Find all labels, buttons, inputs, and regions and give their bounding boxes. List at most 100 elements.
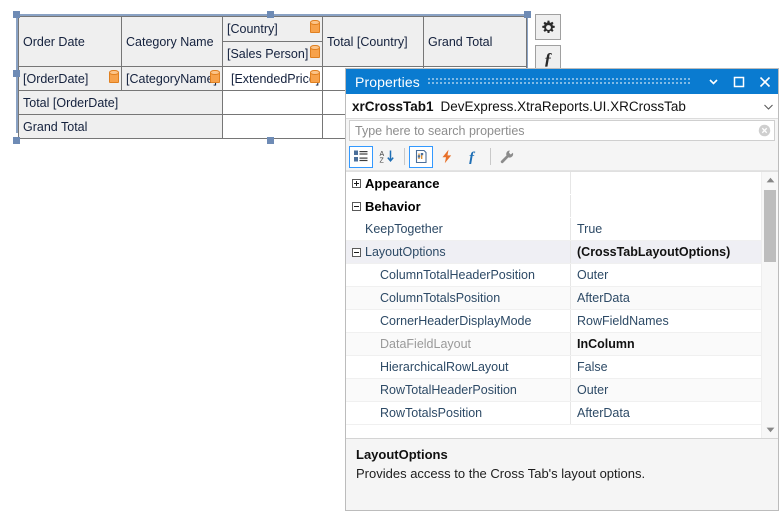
properties-grid-scrollbar[interactable] — [761, 172, 778, 438]
cell-text: Grand Total — [23, 119, 88, 134]
properties-grid[interactable]: Appearance Behavior KeepTogether True Layout… — [346, 171, 778, 438]
crosstab-cell-sales-person-header[interactable]: [Sales Person] — [222, 41, 323, 67]
search-input[interactable]: Type here to search properties — [349, 120, 775, 141]
table-row: Order Date Category Name [Country] Total… — [18, 16, 527, 67]
property-row[interactable]: Behavior — [346, 195, 761, 218]
property-value[interactable]: (CrossTabLayoutOptions) — [571, 245, 761, 259]
property-value[interactable]: Outer — [571, 268, 761, 282]
column-divider[interactable] — [570, 172, 571, 194]
scrollbar-up-button[interactable] — [762, 172, 778, 188]
crosstab-cell-grand-total-row[interactable]: Grand Total — [18, 114, 223, 139]
cell-text: [CategoryName] — [126, 71, 218, 86]
property-name: ColumnTotalHeaderPosition — [380, 268, 535, 282]
crosstab-cell-category-name-header[interactable]: Category Name — [121, 16, 223, 67]
properties-toolbar: A Z f — [346, 143, 778, 171]
properties-button[interactable] — [409, 145, 433, 168]
property-row[interactable]: RowTotalsPosition AfterData — [346, 402, 761, 425]
selected-object-type: DevExpress.XtraReports.UI.XRCrossTab — [440, 98, 686, 114]
crosstab-cell-total-orderdate[interactable]: Total [OrderDate] — [18, 90, 223, 115]
wrench-icon — [500, 150, 514, 164]
titlebar-maximize-button[interactable] — [726, 69, 752, 94]
property-value[interactable]: AfterData — [571, 291, 761, 305]
collapse-icon[interactable] — [348, 201, 365, 211]
selected-object-dropdown-arrow[interactable] — [760, 99, 776, 113]
property-row[interactable]: RowTotalHeaderPosition Outer — [346, 379, 761, 402]
toolbar-separator — [490, 148, 491, 165]
property-name: Appearance — [365, 175, 440, 191]
property-value[interactable]: True — [571, 222, 761, 236]
expressions-button[interactable]: f — [461, 146, 485, 168]
description-text: Provides access to the Cross Tab's layou… — [356, 466, 646, 481]
cell-text: [Country] — [227, 22, 278, 36]
events-button[interactable] — [435, 146, 459, 168]
selection-handle[interactable] — [267, 137, 274, 144]
caret-down-icon — [766, 427, 774, 433]
property-value[interactable]: Outer — [571, 383, 761, 397]
cell-text: Total [Country] — [327, 34, 408, 49]
selected-object-combobox[interactable]: xrCrossTab1 DevExpress.XtraReports.UI.XR… — [346, 94, 778, 119]
data-field-icon — [310, 70, 320, 83]
property-row[interactable]: ColumnTotalHeaderPosition Outer — [346, 264, 761, 287]
data-field-icon — [210, 70, 220, 83]
property-name: HierarchicalRowLayout — [380, 360, 509, 374]
property-row[interactable]: Appearance — [346, 172, 761, 195]
cell-text: [ExtendedPrice] — [231, 71, 320, 86]
crosstab-cell-grand-total-data[interactable] — [222, 114, 323, 139]
crosstab-cell-country-header[interactable]: [Country] — [222, 16, 323, 42]
toolbar-separator — [404, 148, 405, 165]
titlebar-close-button[interactable] — [752, 69, 778, 94]
property-row[interactable]: CornerHeaderDisplayMode RowFieldNames — [346, 310, 761, 333]
property-value[interactable]: AfterData — [571, 406, 761, 420]
scrollbar-down-button[interactable] — [762, 422, 778, 438]
properties-title: Properties — [355, 73, 420, 90]
cell-text: Total [OrderDate] — [23, 95, 119, 110]
property-row[interactable]: ColumnTotalsPosition AfterData — [346, 287, 761, 310]
property-name: RowTotalsPosition — [380, 406, 483, 420]
selection-handle[interactable] — [13, 70, 20, 77]
properties-window[interactable]: Properties xrCrossTab1 DevExpress.XtraRe… — [345, 68, 779, 511]
search-clear-button[interactable] — [754, 124, 774, 137]
search-placeholder: Type here to search properties — [355, 123, 525, 138]
maximize-icon — [733, 76, 745, 87]
properties-titlebar[interactable]: Properties — [346, 69, 778, 94]
titlebar-dropdown-button[interactable] — [700, 69, 726, 94]
scrollbar-thumb[interactable] — [764, 190, 776, 262]
cell-text: [Sales Person] — [227, 47, 309, 61]
column-divider[interactable] — [570, 195, 571, 217]
alphabetical-button[interactable]: A Z — [375, 146, 399, 168]
expand-icon[interactable] — [348, 178, 365, 188]
selection-handle[interactable] — [13, 137, 20, 144]
property-value[interactable]: False — [571, 360, 761, 374]
crosstab-cell-categoryname-field[interactable]: [CategoryName] — [121, 66, 223, 91]
chevron-down-icon — [763, 104, 773, 110]
collapse-icon[interactable] — [348, 247, 365, 257]
property-name: RowTotalHeaderPosition — [380, 383, 517, 397]
description-title: LayoutOptions — [356, 447, 448, 462]
data-field-icon — [310, 20, 320, 33]
property-pages-button[interactable] — [495, 146, 519, 168]
crosstab-cell-orderdate-field[interactable]: [OrderDate] — [18, 66, 122, 91]
properties-grid-rows: Appearance Behavior KeepTogether True Layout… — [346, 172, 761, 438]
property-name: Behavior — [365, 198, 421, 214]
property-name: KeepTogether — [365, 222, 443, 236]
crosstab-cell-grand-total-header[interactable]: Grand Total — [423, 16, 527, 67]
selection-handle[interactable] — [267, 11, 274, 18]
gear-icon — [541, 20, 555, 33]
crosstab-cell-extendedprice-field[interactable]: [ExtendedPrice] — [222, 66, 323, 91]
smart-tag-gear-button[interactable] — [535, 14, 561, 40]
close-icon — [759, 76, 771, 87]
property-row[interactable]: DataFieldLayout InColumn — [346, 333, 761, 356]
property-row[interactable]: KeepTogether True — [346, 218, 761, 241]
property-value[interactable]: RowFieldNames — [571, 314, 761, 328]
selection-handle[interactable] — [13, 11, 20, 18]
selection-handle[interactable] — [524, 11, 531, 18]
crosstab-cell-total-country-header[interactable]: Total [Country] — [322, 16, 424, 67]
categorized-button[interactable] — [349, 145, 373, 168]
property-value[interactable]: InColumn — [571, 337, 761, 351]
crosstab-cell-total-data[interactable] — [222, 90, 323, 115]
selected-object-name: xrCrossTab1 — [352, 98, 434, 114]
chevron-down-icon — [708, 79, 718, 85]
property-row[interactable]: HierarchicalRowLayout False — [346, 356, 761, 379]
crosstab-cell-order-date-header[interactable]: Order Date — [18, 16, 122, 67]
property-row[interactable]: LayoutOptions (CrossTabLayoutOptions) — [346, 241, 761, 264]
